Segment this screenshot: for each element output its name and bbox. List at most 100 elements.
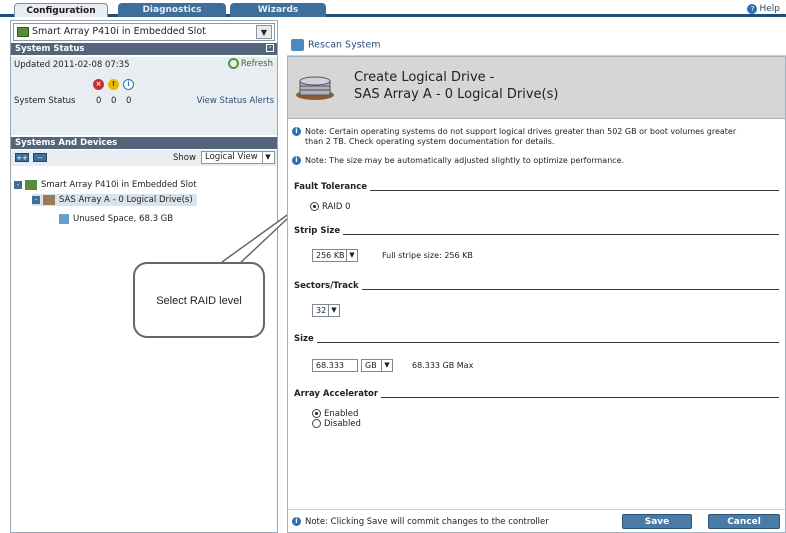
size-input[interactable]: 68.333 (312, 359, 358, 372)
controller-icon (17, 27, 29, 37)
info-count: 0 (126, 96, 132, 106)
warning-icon: ! (108, 79, 119, 90)
radio-label: RAID 0 (322, 202, 351, 212)
error-icon: × (93, 79, 104, 90)
view-status-alerts-link[interactable]: View Status Alerts (197, 96, 274, 106)
chevron-down-icon[interactable]: ▼ (256, 25, 272, 39)
full-stripe-size: Full stripe size: 256 KB (382, 251, 473, 260)
tree-expand-icon[interactable]: - (32, 195, 40, 204)
section-title: Size (294, 334, 317, 344)
section-title: Fault Tolerance (294, 182, 371, 192)
controller-icon (25, 179, 37, 190)
chevron-down-icon[interactable]: ▼ (346, 250, 357, 261)
strip-size-value: 256 KB (316, 251, 345, 260)
size-adjust-note: i Note: The size may be automatically adj… (292, 156, 624, 166)
sectors-track-section: Sectors/Track (294, 281, 779, 293)
strip-size-select[interactable]: 256 KB ▼ (312, 249, 358, 262)
section-title: Sectors/Track (294, 281, 362, 291)
tree-item-unused-space[interactable]: Unused Space, 68.3 GB (59, 213, 173, 225)
help-link[interactable]: ? Help (747, 3, 780, 15)
collapse-icon[interactable]: - (266, 44, 274, 52)
note-text-1: Note: Certain operating systems do not s… (305, 127, 737, 136)
rescan-system-button[interactable]: Rescan System (291, 39, 380, 51)
radio-unselected-icon (312, 419, 321, 428)
system-status-box: Updated 2011-02-08 07:35 Refresh × ! i S… (11, 57, 277, 135)
expand-all-button[interactable]: ++ (15, 153, 29, 162)
error-count: 0 (96, 96, 102, 106)
show-label: Show (173, 153, 196, 163)
controller-select-value: Smart Array P410i in Embedded Slot (32, 26, 206, 37)
info-icon: i (292, 517, 301, 526)
radio-selected-icon (310, 202, 319, 211)
systems-devices-title: Systems And Devices (15, 138, 118, 148)
controller-select[interactable]: Smart Array P410i in Embedded Slot ▼ (13, 23, 275, 41)
rescan-label: Rescan System (308, 39, 381, 51)
array-accelerator-section: Array Accelerator (294, 389, 779, 401)
save-button[interactable]: Save (622, 514, 692, 529)
refresh-button[interactable]: Refresh (227, 58, 273, 69)
devices-toolbar: ++ -- Show Logical View ▼ (11, 150, 277, 166)
updated-timestamp: Updated 2011-02-08 07:35 (14, 60, 130, 70)
sectors-value: 32 (316, 306, 327, 315)
tab-diagnostics[interactable]: Diagnostics (118, 3, 226, 17)
size-section: Size (294, 334, 779, 346)
rescan-icon (291, 39, 304, 51)
page-title: Create Logical Drive - SAS Array A - 0 L… (354, 69, 558, 103)
radio-label: Disabled (324, 419, 361, 429)
note-text-2: than 2 TB. Check operating system docume… (305, 137, 555, 146)
info-icon: i (292, 156, 301, 165)
panel-header: Create Logical Drive - SAS Array A - 0 L… (288, 57, 785, 119)
array-icon (43, 194, 55, 205)
tree-item-label: SAS Array A - 0 Logical Drive(s) (59, 195, 193, 205)
logical-drive-icon (296, 76, 334, 100)
os-limit-note: i Note: Certain operating systems do not … (292, 127, 736, 147)
tree-item-label: Unused Space, 68.3 GB (73, 214, 174, 224)
system-status-title: System Status (15, 44, 85, 54)
info-icon: i (292, 127, 301, 136)
tree-item-array[interactable]: - SAS Array A - 0 Logical Drive(s) (32, 194, 197, 206)
section-title: Array Accelerator (294, 389, 382, 399)
view-select-value: Logical View (205, 152, 258, 162)
title-line-2: SAS Array A - 0 Logical Drive(s) (354, 87, 559, 102)
unused-space-icon (59, 213, 69, 224)
cancel-button[interactable]: Cancel (708, 514, 780, 529)
chevron-down-icon[interactable]: ▼ (381, 360, 392, 371)
refresh-icon (227, 58, 239, 69)
size-unit-value: GB (365, 361, 377, 370)
tree-item-label: Smart Array P410i in Embedded Slot (41, 180, 197, 190)
save-note-text: Note: Clicking Save will commit changes … (305, 517, 549, 527)
panel-footer: i Note: Clicking Save will commit changes… (288, 509, 785, 532)
note-text-3: Note: The size may be automatically adju… (305, 156, 625, 165)
tab-configuration[interactable]: Configuration (14, 3, 108, 17)
raid0-radio[interactable]: RAID 0 (310, 202, 351, 212)
rescan-bar: Rescan System (287, 36, 786, 56)
title-line-1: Create Logical Drive - (354, 70, 495, 85)
section-title: Strip Size (294, 226, 344, 236)
radio-selected-icon (312, 409, 321, 418)
refresh-label: Refresh (240, 59, 273, 69)
callout-bubble: Select RAID level (133, 262, 265, 338)
help-icon: ? (747, 3, 758, 14)
size-unit-select[interactable]: GB ▼ (361, 359, 393, 372)
top-tab-bar: Configuration Diagnostics Wizards ? Help (0, 0, 786, 17)
tree-expand-icon[interactable]: - (14, 180, 22, 189)
systems-devices-header: Systems And Devices (11, 137, 277, 149)
accelerator-disabled-radio[interactable]: Disabled (312, 419, 361, 429)
tree-item-controller[interactable]: - Smart Array P410i in Embedded Slot (14, 179, 197, 191)
chevron-down-icon[interactable]: ▼ (328, 305, 339, 316)
system-status-label: System Status (14, 96, 76, 106)
accelerator-enabled-radio[interactable]: Enabled (312, 409, 358, 419)
tab-wizards[interactable]: Wizards (230, 3, 326, 17)
collapse-all-button[interactable]: -- (33, 153, 47, 162)
warning-count: 0 (111, 96, 117, 106)
strip-size-section: Strip Size (294, 226, 779, 238)
info-icon: i (123, 79, 134, 90)
size-max: 68.333 GB Max (412, 361, 474, 370)
fault-tolerance-section: Fault Tolerance (294, 182, 779, 194)
system-status-header: System Status - (11, 43, 277, 55)
view-select[interactable]: Logical View ▼ (201, 151, 275, 164)
help-label: Help (759, 4, 780, 14)
save-note: i Note: Clicking Save will commit changes… (292, 517, 549, 527)
sectors-track-select[interactable]: 32 ▼ (312, 304, 340, 317)
chevron-down-icon[interactable]: ▼ (262, 152, 273, 163)
